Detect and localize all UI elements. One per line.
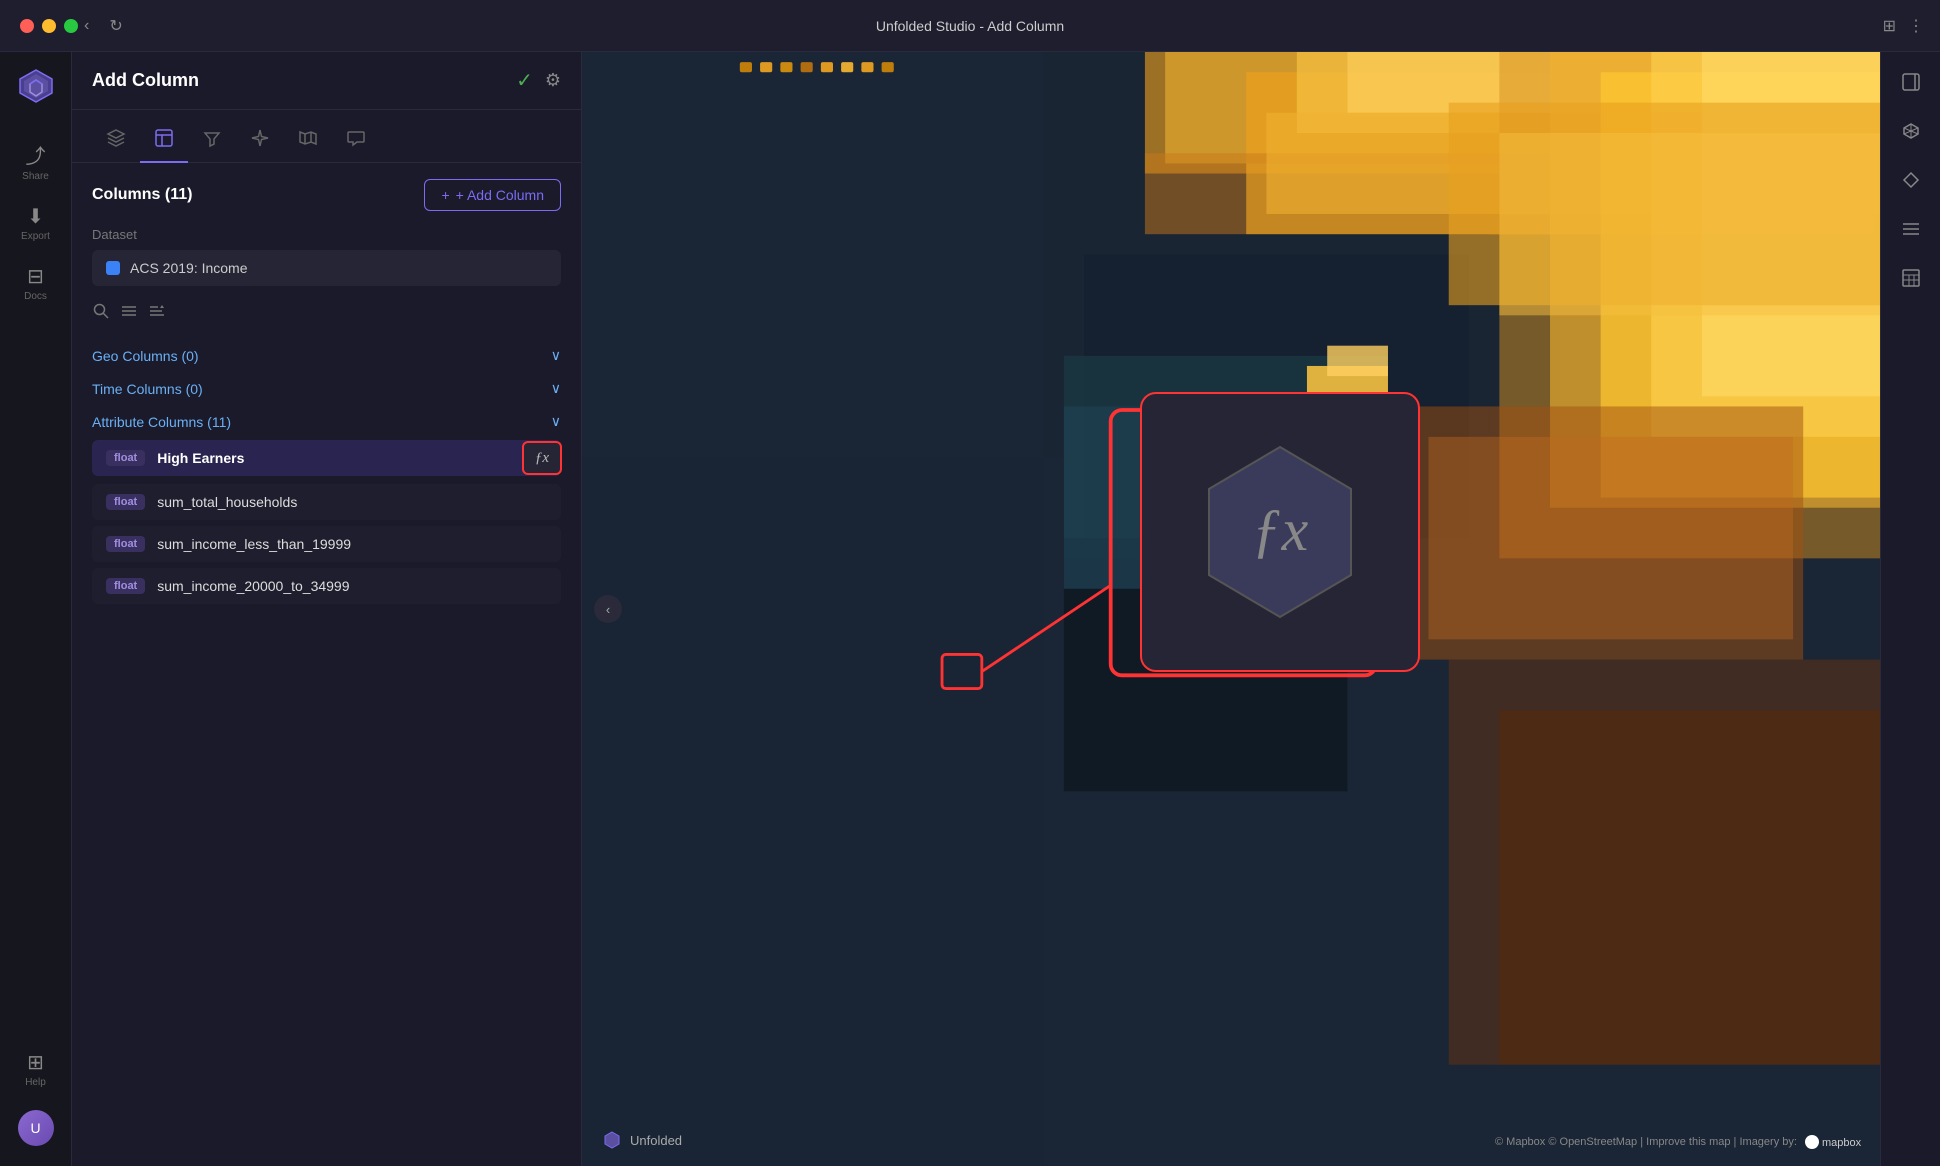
left-panel: Add Column ✓ ⚙ [72,52,582,1166]
titlebar-actions: ⊞ ⋮ [1883,16,1924,36]
column-row-sum-total-households[interactable]: float sum_total_households [92,484,561,520]
main-layout: ⤴ Share ⬇ Export ⊟ Docs ⊞ Help U Add Col… [0,52,1940,1166]
tab-bar [72,110,581,163]
search-row [92,302,561,325]
app-logo[interactable] [14,64,58,108]
column-name-sum-income-less-than: sum_income_less_than_19999 [157,536,547,552]
right-sidebar-diamond-btn[interactable] [1893,162,1929,203]
sidebar-item-help[interactable]: ⊞ Help [0,1042,71,1096]
tab-map[interactable] [284,120,332,163]
right-sidebar-table-btn[interactable] [1893,260,1929,301]
fx-hex-icon: ƒx [1180,432,1380,632]
right-sidebar [1880,52,1940,1166]
sidebar-item-docs[interactable]: ⊟ Docs [0,256,71,310]
sidebar-item-share[interactable]: ⤴ Share [0,132,71,190]
plus-icon: + [441,187,449,203]
columns-count: Columns (11) [92,186,192,204]
columns-header: Columns (11) + + Add Column [92,179,561,211]
titlebar-nav: ‹ ↻ [80,12,127,40]
settings-button[interactable]: ⚙ [545,70,561,91]
time-section-label: Time Columns (0) [92,381,203,397]
type-badge-float-2: float [106,494,145,510]
mapbox-logo: mapbox [1804,1134,1864,1150]
right-sidebar-cube-btn[interactable] [1893,113,1929,154]
right-sidebar-list-btn[interactable] [1893,211,1929,252]
dataset-name: ACS 2019: Income [130,260,248,276]
sort-button[interactable] [148,302,166,325]
column-name-high-earners: High Earners [157,450,547,466]
tab-spark[interactable] [236,120,284,163]
type-badge-float-4: float [106,578,145,594]
dataset-color-indicator [106,261,120,275]
puzzle-icon[interactable]: ⊞ [1883,16,1896,36]
window-controls [20,19,78,33]
dataset-item[interactable]: ACS 2019: Income [92,250,561,286]
list-view-button[interactable] [120,302,138,325]
attribute-section-label: Attribute Columns (11) [92,414,231,430]
fx-icon: ƒx [535,450,549,467]
panel-header: Add Column ✓ ⚙ [72,52,581,110]
time-section-chevron: ∨ [551,380,561,397]
geo-section-label: Geo Columns (0) [92,348,199,364]
titlebar: ‹ ↻ Unfolded Studio - Add Column ⊞ ⋮ [0,0,1940,52]
share-icon: ⤴ [26,140,46,169]
export-icon: ⬇ [27,204,44,229]
user-avatar[interactable]: U [18,1110,54,1146]
right-sidebar-panel-btn[interactable] [1893,64,1929,105]
geo-columns-section[interactable]: Geo Columns (0) ∨ [92,341,561,370]
geo-section-chevron: ∨ [551,347,561,364]
panel-header-actions: ✓ ⚙ [516,68,561,93]
close-dot[interactable] [20,19,34,33]
back-button[interactable]: ‹ [80,12,93,40]
dataset-label: Dataset [92,227,561,242]
menu-dots-icon[interactable]: ⋮ [1908,16,1924,36]
attribute-section-chevron: ∨ [551,413,561,430]
column-row-sum-income-20k[interactable]: float sum_income_20000_to_34999 [92,568,561,604]
refresh-button[interactable]: ↻ [105,12,126,40]
tab-filter[interactable] [188,120,236,163]
panel-title: Add Column [92,70,199,91]
maximize-dot[interactable] [64,19,78,33]
tab-chat[interactable] [332,120,380,163]
map-credit: © Mapbox © OpenStreetMap | Improve this … [1495,1134,1864,1150]
icon-sidebar: ⤴ Share ⬇ Export ⊟ Docs ⊞ Help U [0,52,72,1166]
svg-text:mapbox: mapbox [1822,1137,1862,1149]
type-badge-float-3: float [106,536,145,552]
map-watermark: Unfolded [602,1130,682,1150]
svg-text:ƒx: ƒx [1252,497,1309,563]
window-title: Unfolded Studio - Add Column [876,18,1064,34]
fx-popup: ƒx [1140,392,1420,672]
attribute-columns-section[interactable]: Attribute Columns (11) ∨ [92,407,561,436]
map-area: ‹ [582,52,1880,1166]
column-name-sum-total-households: sum_total_households [157,494,547,510]
column-row-high-earners[interactable]: float High Earners ƒx [92,440,561,476]
check-icon: ✓ [516,68,533,93]
column-name-sum-income-20k: sum_income_20000_to_34999 [157,578,547,594]
tab-layers[interactable] [92,120,140,163]
tab-table[interactable] [140,120,188,163]
search-button[interactable] [92,302,110,325]
unfolded-logo-small [602,1130,622,1150]
add-column-button[interactable]: + + Add Column [424,179,561,211]
panel-content: Columns (11) + + Add Column Dataset ACS … [72,163,581,1166]
time-columns-section[interactable]: Time Columns (0) ∨ [92,374,561,403]
fx-button[interactable]: ƒx [522,441,562,475]
map-collapse-button[interactable]: ‹ [594,595,622,623]
column-row-sum-income-less-than[interactable]: float sum_income_less_than_19999 [92,526,561,562]
type-badge-float-1: float [106,450,145,466]
sidebar-item-export[interactable]: ⬇ Export [0,196,71,250]
minimize-dot[interactable] [42,19,56,33]
docs-icon: ⊟ [27,264,44,289]
help-icon: ⊞ [27,1050,44,1075]
